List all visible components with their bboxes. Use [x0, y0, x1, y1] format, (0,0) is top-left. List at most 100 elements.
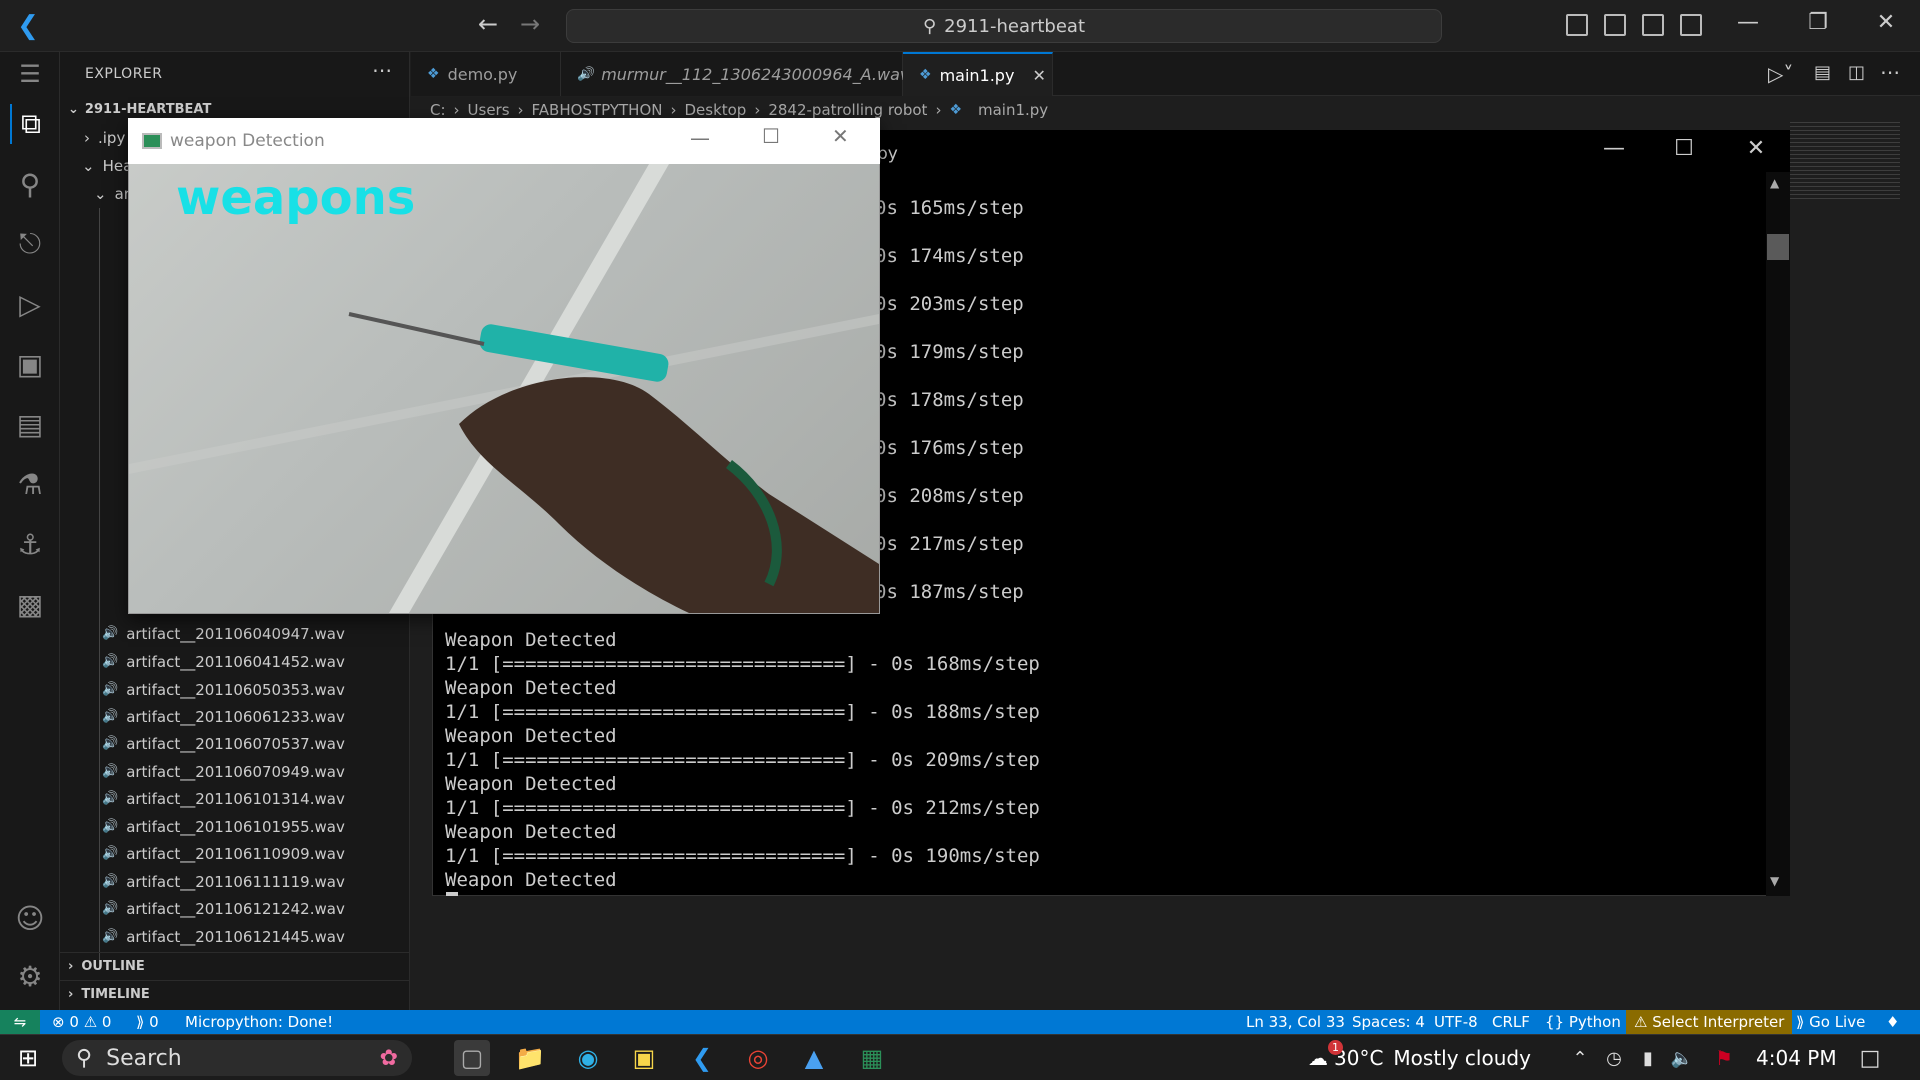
extensions-icon[interactable]: ▣ — [10, 344, 50, 384]
console-line: 1/1 [==============================] - 0… — [445, 797, 1040, 819]
breadcrumb-item[interactable]: Desktop — [684, 101, 746, 119]
console-scroll-thumb[interactable] — [1767, 234, 1789, 260]
weapon-minimize-button[interactable]: — — [690, 126, 710, 150]
testing-icon[interactable]: ⚗ — [10, 464, 50, 504]
list-item[interactable]: 🔊 artifact__201106110909.wav — [60, 840, 410, 867]
list-item[interactable]: 🔊 artifact__201106111119.wav — [60, 868, 410, 895]
weather-widget[interactable]: ☁ 1 30°C Mostly cloudy — [1308, 1040, 1531, 1076]
docker-icon[interactable]: ⚓ — [10, 524, 50, 564]
list-item[interactable]: 🔊 artifact__201106070949.wav — [60, 758, 410, 785]
list-item[interactable]: 🔊 artifact__201106101955.wav — [60, 813, 410, 840]
remote-indicator-icon[interactable]: ⇋ — [0, 1010, 40, 1034]
customize-layout-icon[interactable] — [1680, 14, 1702, 36]
console-line: Weapon Detected — [445, 869, 617, 891]
console-line: 0s 174ms/step — [875, 245, 1024, 267]
chevron-up-icon[interactable]: ⌃ — [1562, 1040, 1598, 1076]
windows-start-icon[interactable]: ⊞ — [10, 1040, 46, 1076]
terminal-app-icon[interactable]: ▢ — [454, 1040, 490, 1076]
explorer-icon[interactable]: ⧉ — [10, 104, 50, 144]
list-item[interactable]: 🔊 artifact__201106101314.wav — [60, 785, 410, 812]
cursor-position[interactable]: Ln 33, Col 33 — [1246, 1010, 1345, 1034]
python-window-icon[interactable]: ▦ — [854, 1040, 890, 1076]
command-center-search[interactable]: ⚲ 2911-heartbeat — [566, 9, 1442, 43]
taskbar-search[interactable]: ⚲ Search ✿ — [62, 1040, 412, 1076]
restore-button[interactable]: ❐ — [1798, 10, 1838, 35]
toggle-panel-icon[interactable] — [1604, 14, 1626, 36]
battery-icon[interactable]: ▮ — [1630, 1040, 1666, 1076]
tab-main1-py[interactable]: ❖ main1.py ✕ — [903, 52, 1053, 96]
editor-more-icon[interactable]: ⋯ — [1880, 60, 1900, 84]
console-scrollbar[interactable] — [1766, 172, 1790, 896]
wifi-icon[interactable]: ◷ — [1596, 1040, 1632, 1076]
breadcrumb-item[interactable]: main1.py — [978, 101, 1048, 119]
notifications-bell-icon[interactable]: ♦ — [1886, 1010, 1899, 1034]
chrome-icon[interactable]: ◎ — [740, 1040, 776, 1076]
breadcrumb-item[interactable]: FABHOSTPYTHON — [532, 101, 663, 119]
chip-icon[interactable]: ▩ — [10, 584, 50, 624]
end-of-line[interactable]: CRLF — [1492, 1010, 1530, 1034]
file-explorer-icon[interactable]: 📁 — [512, 1040, 548, 1076]
list-item[interactable]: 🔊 artifact__201106070537.wav — [60, 730, 410, 757]
weapon-close-button[interactable]: ✕ — [832, 124, 849, 148]
console-close-button[interactable]: ✕ — [1738, 136, 1774, 161]
timeline-section[interactable]: › TIMELINE — [60, 980, 410, 1008]
weapon-maximize-button[interactable]: ☐ — [762, 124, 780, 148]
clock[interactable]: 4:04 PM — [1756, 1040, 1837, 1076]
close-tab-icon[interactable]: ✕ — [1032, 66, 1045, 85]
list-item[interactable]: 🔊 artifact__201106041452.wav — [60, 648, 410, 675]
audio-file-icon: 🔊 — [102, 626, 119, 641]
console-line: 0s 208ms/step — [875, 485, 1024, 507]
console-line: 0s 165ms/step — [875, 197, 1024, 219]
account-icon[interactable]: ☺ — [10, 898, 50, 938]
vscode-taskbar-icon[interactable]: ❮ — [684, 1040, 720, 1076]
notification-center-icon[interactable]: □ — [1852, 1040, 1888, 1076]
forward-arrow-icon[interactable]: → — [520, 10, 540, 38]
select-interpreter[interactable]: ⚠ Select Interpreter — [1626, 1010, 1793, 1034]
split-editor-icon[interactable]: ◫ — [1848, 62, 1865, 83]
console-minimize-button[interactable]: — — [1596, 136, 1632, 161]
outline-section[interactable]: › OUTLINE — [60, 952, 410, 980]
breadcrumb-item[interactable]: C: — [430, 101, 446, 119]
scroll-down-icon[interactable]: ▼ — [1770, 874, 1779, 888]
go-live[interactable]: ⟫ Go Live — [1796, 1010, 1865, 1034]
back-arrow-icon[interactable]: ← — [478, 10, 498, 38]
weapon-window-title: weapon Detection — [170, 131, 325, 151]
ports-indicator[interactable]: ⟫ 0 — [136, 1010, 159, 1034]
micropython-status[interactable]: Micropython: Done! — [185, 1010, 333, 1034]
menu-icon[interactable]: ☰ — [10, 54, 50, 94]
settings-gear-icon[interactable]: ⚙ — [10, 956, 50, 996]
language-flag-icon[interactable]: ⚑ — [1706, 1040, 1742, 1076]
search-icon[interactable]: ⚲ — [10, 164, 50, 204]
list-item[interactable]: 🔊 artifact__201106061233.wav — [60, 703, 410, 730]
breadcrumb-item[interactable]: 2842-patrolling robot — [768, 101, 927, 119]
edge-browser-icon[interactable]: ◉ — [570, 1040, 606, 1076]
problems-indicator[interactable]: ⊗ 0 ⚠ 0 — [52, 1010, 111, 1034]
sticky-notes-icon[interactable]: ▣ — [626, 1040, 662, 1076]
tab-demo-py[interactable]: ❖ demo.py — [411, 52, 561, 96]
remote-explorer-icon[interactable]: ▤ — [10, 404, 50, 444]
list-item[interactable]: 🔊 artifact__201106050353.wav — [60, 676, 410, 703]
encoding[interactable]: UTF-8 — [1434, 1010, 1478, 1034]
photos-app-icon[interactable]: ▲ — [796, 1040, 832, 1076]
close-window-button[interactable]: ✕ — [1866, 10, 1906, 35]
run-icon[interactable]: ▷˅ — [1768, 62, 1793, 86]
chevron-down-icon: ⌄ — [82, 156, 95, 175]
speaker-icon[interactable]: 🔈 — [1664, 1040, 1700, 1076]
list-item[interactable]: 🔊 artifact__201106040947.wav — [60, 620, 410, 647]
breadcrumb-item[interactable]: Users — [468, 101, 510, 119]
more-actions-icon[interactable]: ⋯ — [372, 58, 392, 82]
toggle-secondary-sidebar-icon[interactable] — [1642, 14, 1664, 36]
language-mode[interactable]: {} Python — [1545, 1010, 1621, 1034]
console-maximize-button[interactable]: ☐ — [1666, 136, 1702, 161]
indentation[interactable]: Spaces: 4 — [1352, 1010, 1425, 1034]
minimap[interactable] — [1790, 122, 1900, 202]
open-changes-icon[interactable]: ▤ — [1814, 62, 1831, 83]
list-item[interactable]: 🔊 artifact__201106121242.wav — [60, 895, 410, 922]
list-item[interactable]: 🔊 artifact__201106121445.wav — [60, 923, 410, 950]
tab-murmur-wav[interactable]: 🔊 murmur__112_1306243000964_A.wav — [561, 52, 909, 96]
run-debug-icon[interactable]: ▷ — [10, 284, 50, 324]
minimize-button[interactable]: — — [1728, 10, 1768, 35]
scroll-up-icon[interactable]: ▲ — [1770, 176, 1779, 190]
source-control-icon[interactable]: ⎋ — [10, 224, 50, 264]
toggle-primary-sidebar-icon[interactable] — [1566, 14, 1588, 36]
